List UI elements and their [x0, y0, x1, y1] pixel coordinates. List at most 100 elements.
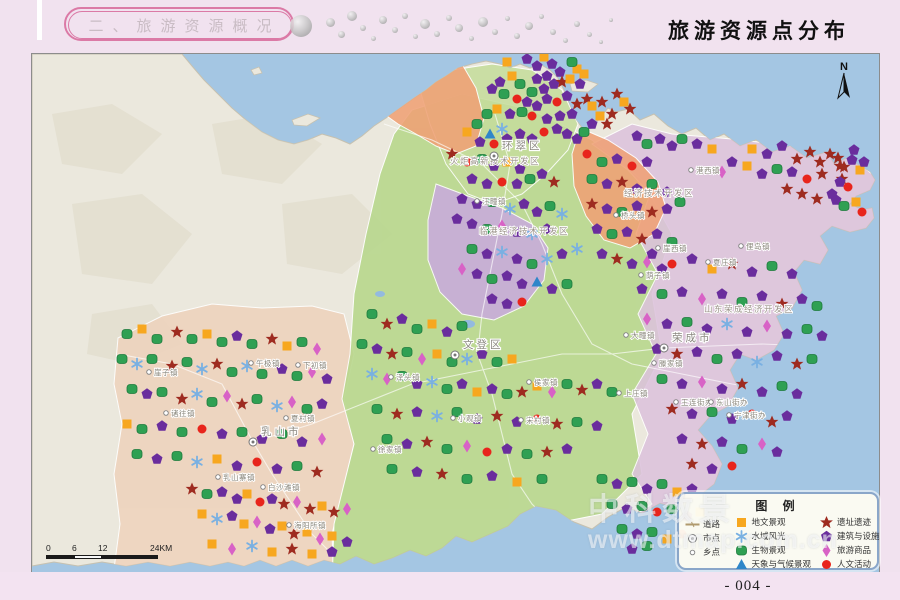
town-label: 桥头镇: [621, 210, 645, 220]
resource-point-地文景观: [540, 54, 549, 62]
header-accent-bar: [37, 0, 42, 40]
page-title: 旅游资源点分布: [668, 15, 850, 45]
town-label: 诸往镇: [171, 408, 195, 418]
city-marker: [660, 344, 668, 352]
resource-point-地文景观: [240, 520, 249, 529]
resource-point-地文景观: [748, 145, 757, 154]
resource-point-生物景观: [482, 110, 492, 119]
resource-point-人文活动: [540, 128, 549, 137]
resource-point-人文活动: [668, 260, 677, 269]
town-label: 下初镇: [303, 360, 327, 370]
resource-point-生物景观: [247, 340, 257, 349]
town-label: 大疃镇: [631, 330, 655, 340]
resource-point-地文景观: [463, 128, 472, 137]
bubble: [514, 33, 520, 39]
resource-point-人文活动: [653, 508, 662, 517]
legend-column-2: 遗址遗迹建筑与设施旅游商品人文活动: [819, 515, 873, 571]
bubble: [413, 34, 418, 39]
town-label: 汪疃镇: [482, 196, 506, 206]
bubble: [360, 25, 366, 31]
bubble: [420, 19, 430, 29]
resource-point-生物景观: [457, 322, 467, 331]
legend-symbol-road: [685, 518, 700, 531]
bubble: [550, 29, 556, 35]
town-marker: [519, 418, 524, 423]
resource-point-生物景观: [682, 318, 692, 327]
resource-point-生物景观: [839, 202, 849, 211]
resource-point-地文景观: [138, 325, 147, 334]
resource-point-地文景观: [283, 342, 292, 351]
legend-label: 道路: [703, 518, 720, 530]
resource-point-生物景观: [515, 80, 525, 89]
legend-symbol-7: [819, 558, 834, 571]
town-label: 白沙滩镇: [268, 482, 300, 492]
legend-item: 遗址遗迹: [819, 515, 873, 529]
town-label: 俚岛镇: [746, 241, 770, 251]
resource-point-地文景观: [318, 502, 327, 511]
city-label: 环翠区: [502, 140, 543, 152]
legend-label: 天象与气候景观: [752, 558, 812, 570]
resource-point-生物景观: [182, 358, 192, 367]
resource-point-地文景观: [208, 540, 217, 549]
resource-point-生物景观: [537, 475, 547, 484]
resource-point-地文景观: [708, 145, 717, 154]
town-label: 徐家镇: [378, 444, 402, 454]
bubble: [609, 18, 613, 22]
town-marker: [451, 416, 456, 421]
resource-point-生物景观: [207, 398, 217, 407]
resource-point-生物景观: [292, 462, 302, 471]
legend-item: 人文活动: [819, 557, 873, 571]
town-marker: [624, 333, 629, 338]
town-marker: [656, 246, 661, 251]
resource-point-生物景观: [147, 355, 157, 364]
bubble: [574, 21, 580, 27]
town-label: 东山街办: [716, 397, 748, 407]
resource-point-生物景观: [677, 135, 687, 144]
legend-label: 建筑与设施: [837, 530, 880, 542]
resource-point-人文活动: [728, 462, 737, 471]
bubble: [599, 40, 603, 44]
resource-point-生物景观: [617, 525, 627, 534]
resource-point-地文景观: [328, 532, 337, 541]
town-label: 泽头镇: [396, 372, 420, 382]
legend-item: 天象与气候景观: [734, 557, 819, 571]
town-label: 侯家镇: [534, 377, 558, 387]
city-marker: [490, 152, 498, 160]
legend-label: 乡点: [703, 546, 720, 558]
resource-point-地文景观: [503, 58, 512, 67]
town-marker: [475, 199, 480, 204]
legend-symbol-0: [734, 516, 749, 529]
resource-point-生物景观: [642, 542, 652, 551]
resource-point-生物景观: [157, 388, 167, 397]
bubble: [587, 32, 592, 37]
city-label: 乳山市: [261, 425, 302, 438]
bubble: [455, 24, 463, 32]
scale-bar-labels: 061224KM: [46, 543, 176, 554]
resource-point-生物景观: [517, 108, 527, 117]
resource-point-生物景观: [637, 502, 647, 511]
resource-point-生物景观: [237, 428, 247, 437]
bubble: [392, 27, 398, 33]
resource-point-生物景观: [802, 325, 812, 334]
resource-point-生物景观: [607, 388, 617, 397]
resource-point-生物景观: [132, 450, 142, 459]
legend-label: 水域风光: [752, 530, 786, 542]
town-marker: [617, 391, 622, 396]
bubble: [434, 31, 440, 37]
resource-point-生物景观: [202, 490, 212, 499]
resource-point-地文景观: [493, 105, 502, 114]
town-marker: [389, 375, 394, 380]
town-marker: [614, 213, 619, 218]
bubble: [478, 17, 488, 27]
city-marker: [451, 351, 459, 359]
resource-point-生物景观: [527, 88, 537, 97]
resource-point-生物景观: [667, 505, 677, 514]
resource-point-生物景观: [117, 355, 127, 364]
resource-point-地文景观: [308, 550, 317, 559]
resource-point-生物景观: [472, 120, 482, 129]
town-marker: [296, 363, 301, 368]
scale-segment: [102, 555, 158, 559]
resource-point-生物景观: [657, 375, 667, 384]
resource-point-地文景观: [123, 420, 132, 429]
city-label: 荣成市: [672, 331, 713, 344]
